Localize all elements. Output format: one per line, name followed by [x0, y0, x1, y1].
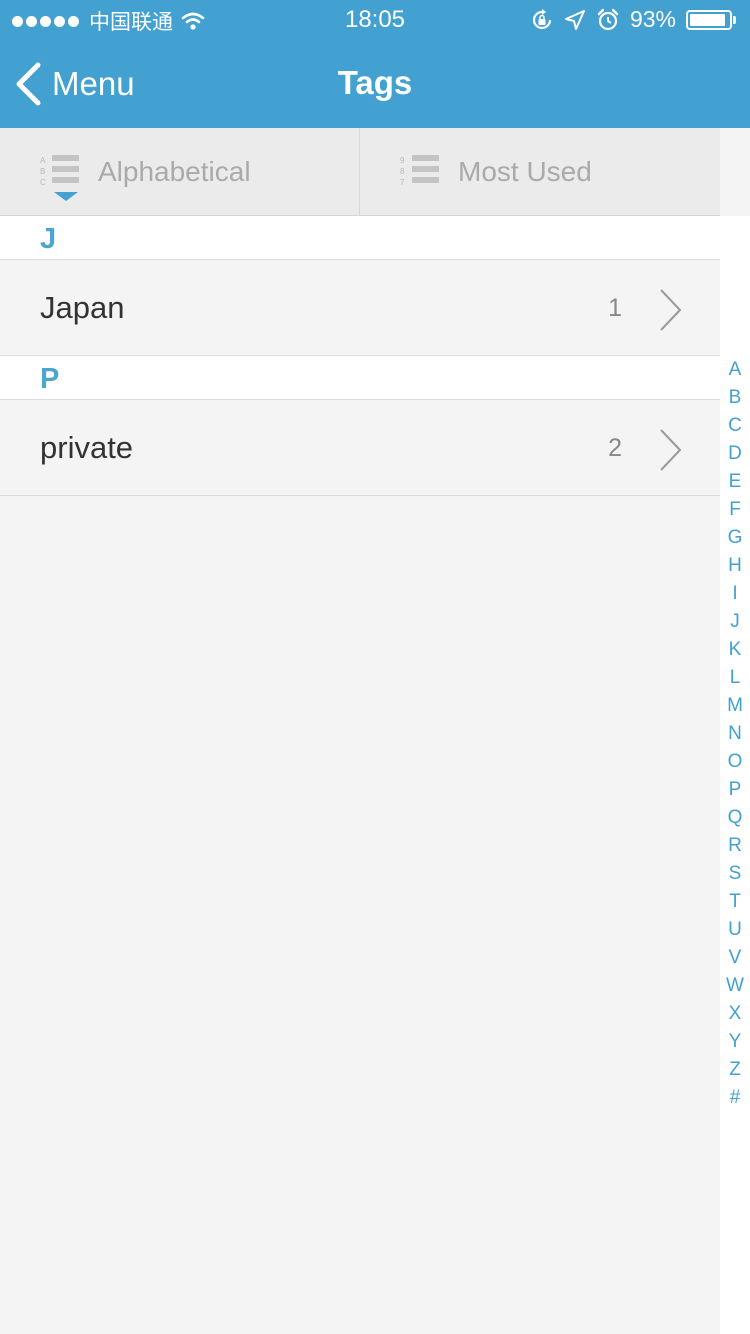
- most-used-sort-icon: 9 8 7: [400, 154, 440, 189]
- tag-row-japan[interactable]: Japan 1: [0, 260, 720, 356]
- section-index[interactable]: A B C D E F G H I J K L M N O P Q R S T U V W X Y Z #: [720, 356, 750, 1112]
- sort-segmented-control: A B C Alphabetical 9 8 7 Most Used: [0, 128, 720, 216]
- navigation-bar: Menu Tags: [0, 40, 750, 128]
- index-letter[interactable]: K: [720, 636, 750, 664]
- status-bar: 中国联通 18:05 93%: [0, 0, 750, 40]
- tab-alphabetical[interactable]: A B C Alphabetical: [0, 128, 360, 215]
- tag-list: J Japan 1 P private 2: [0, 216, 720, 496]
- index-letter[interactable]: R: [720, 832, 750, 860]
- index-letter[interactable]: N: [720, 720, 750, 748]
- index-letter[interactable]: B: [720, 384, 750, 412]
- index-letter[interactable]: M: [720, 692, 750, 720]
- header: 中国联通 18:05 93% Menu Tags: [0, 0, 750, 128]
- battery-percent: 93%: [629, 6, 676, 32]
- index-letter[interactable]: U: [720, 916, 750, 944]
- tab-most-used-label: Most Used: [458, 155, 592, 187]
- index-letter[interactable]: L: [720, 664, 750, 692]
- section-header-j: J: [0, 216, 720, 260]
- index-letter[interactable]: P: [720, 776, 750, 804]
- index-letter[interactable]: W: [720, 972, 750, 1000]
- index-letter[interactable]: E: [720, 468, 750, 496]
- index-letter[interactable]: F: [720, 496, 750, 524]
- index-letter[interactable]: S: [720, 860, 750, 888]
- selected-indicator-icon: [54, 192, 78, 201]
- index-letter[interactable]: V: [720, 944, 750, 972]
- alphabetical-sort-icon: A B C: [40, 154, 80, 189]
- chevron-right-icon: [660, 289, 682, 331]
- index-letter[interactable]: Z: [720, 1056, 750, 1084]
- tag-count: 1: [608, 294, 622, 322]
- tag-row-private[interactable]: private 2: [0, 400, 720, 496]
- tab-alphabetical-label: Alphabetical: [98, 155, 251, 187]
- index-letter[interactable]: G: [720, 524, 750, 552]
- index-letter[interactable]: J: [720, 608, 750, 636]
- index-letter[interactable]: C: [720, 412, 750, 440]
- index-letter[interactable]: T: [720, 888, 750, 916]
- index-letter[interactable]: Q: [720, 804, 750, 832]
- index-letter[interactable]: #: [720, 1084, 750, 1112]
- rotation-lock-icon: [532, 8, 552, 29]
- index-letter[interactable]: Y: [720, 1028, 750, 1056]
- index-letter[interactable]: A: [720, 356, 750, 384]
- tab-most-used[interactable]: 9 8 7 Most Used: [360, 128, 720, 215]
- alarm-icon: [597, 8, 619, 30]
- chevron-right-icon: [660, 429, 682, 471]
- index-letter[interactable]: O: [720, 748, 750, 776]
- index-letter[interactable]: H: [720, 552, 750, 580]
- index-letter[interactable]: D: [720, 440, 750, 468]
- tag-name: private: [40, 430, 134, 465]
- tag-name: Japan: [40, 290, 125, 325]
- index-letter[interactable]: X: [720, 1000, 750, 1028]
- tag-count: 2: [608, 434, 622, 462]
- battery-icon: [686, 9, 736, 30]
- page-title: Tags: [337, 64, 413, 101]
- section-header-p: P: [0, 356, 720, 400]
- location-icon: [564, 9, 585, 30]
- index-letter[interactable]: I: [720, 580, 750, 608]
